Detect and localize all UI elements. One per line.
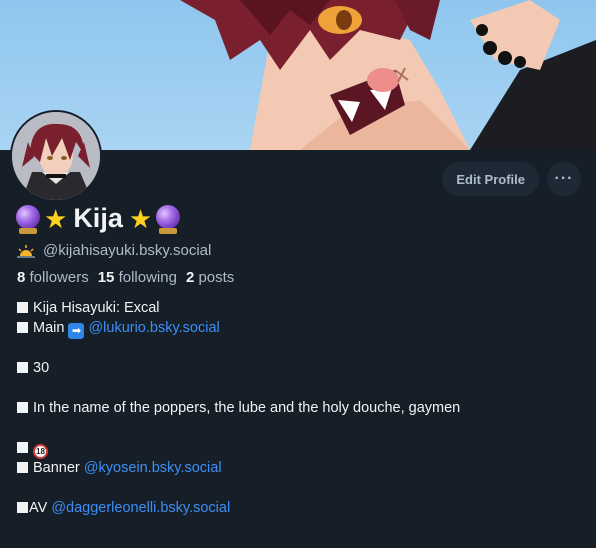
more-options-button[interactable]: ··· bbox=[547, 162, 581, 196]
mention-link[interactable]: @kyosein.bsky.social bbox=[84, 460, 222, 476]
white-square-icon bbox=[17, 442, 28, 453]
sunrise-icon bbox=[17, 244, 35, 258]
no-one-under-18-icon: 18 bbox=[33, 444, 48, 459]
bio-line: AV @daggerleonelli.bsky.social bbox=[17, 498, 587, 518]
following-count: 15 bbox=[97, 269, 115, 286]
following-label: following bbox=[118, 269, 177, 286]
edit-profile-button[interactable]: Edit Profile bbox=[442, 162, 539, 196]
white-square-icon bbox=[17, 502, 28, 513]
posts-label: posts bbox=[198, 269, 235, 286]
followers-count: 8 bbox=[17, 269, 26, 286]
star-icon: ★ bbox=[128, 203, 153, 234]
mention-link[interactable]: @daggerleonelli.bsky.social bbox=[51, 500, 230, 516]
following-stat[interactable]: 15 following bbox=[98, 269, 177, 286]
bio-line: In the name of the poppers, the lube and… bbox=[17, 398, 587, 418]
crystal-ball-icon bbox=[156, 204, 181, 234]
display-name-row: ★ Kija ★ bbox=[16, 203, 181, 234]
white-square-icon bbox=[17, 302, 28, 313]
handle-row: @kijahisayuki.bsky.social bbox=[17, 242, 211, 259]
handle[interactable]: @kijahisayuki.bsky.social bbox=[43, 242, 211, 259]
followers-label: followers bbox=[29, 269, 89, 286]
avatar-image bbox=[12, 112, 100, 200]
display-name: Kija bbox=[73, 203, 123, 233]
bio-line: Main ➡ @lukurio.bsky.social bbox=[17, 318, 587, 339]
profile-stats: 8 followers 15 following 2 posts bbox=[17, 269, 234, 286]
white-square-icon bbox=[17, 362, 28, 373]
profile-bio: Kija Hisayuki: Excal Main ➡ @lukurio.bsky.… bbox=[17, 298, 587, 518]
bio-line: Banner @kyosein.bsky.social bbox=[17, 458, 587, 478]
avatar[interactable] bbox=[10, 110, 102, 202]
ellipsis-icon: ··· bbox=[554, 170, 574, 187]
bio-line: 30 bbox=[17, 358, 587, 378]
mention-link[interactable]: @lukurio.bsky.social bbox=[88, 320, 219, 336]
white-square-icon bbox=[17, 402, 28, 413]
followers-stat[interactable]: 8 followers bbox=[17, 269, 89, 286]
profile-actions: Edit Profile ··· bbox=[442, 162, 581, 196]
posts-count: 2 bbox=[185, 269, 195, 286]
white-square-icon bbox=[17, 462, 28, 473]
posts-stat: 2 posts bbox=[186, 269, 234, 286]
crystal-ball-icon bbox=[16, 204, 40, 234]
bio-line: 18 bbox=[17, 438, 587, 459]
white-square-icon bbox=[17, 322, 28, 333]
star-icon: ★ bbox=[44, 203, 68, 234]
bio-line: Kija Hisayuki: Excal bbox=[17, 298, 587, 318]
right-arrow-icon: ➡ bbox=[68, 323, 85, 339]
